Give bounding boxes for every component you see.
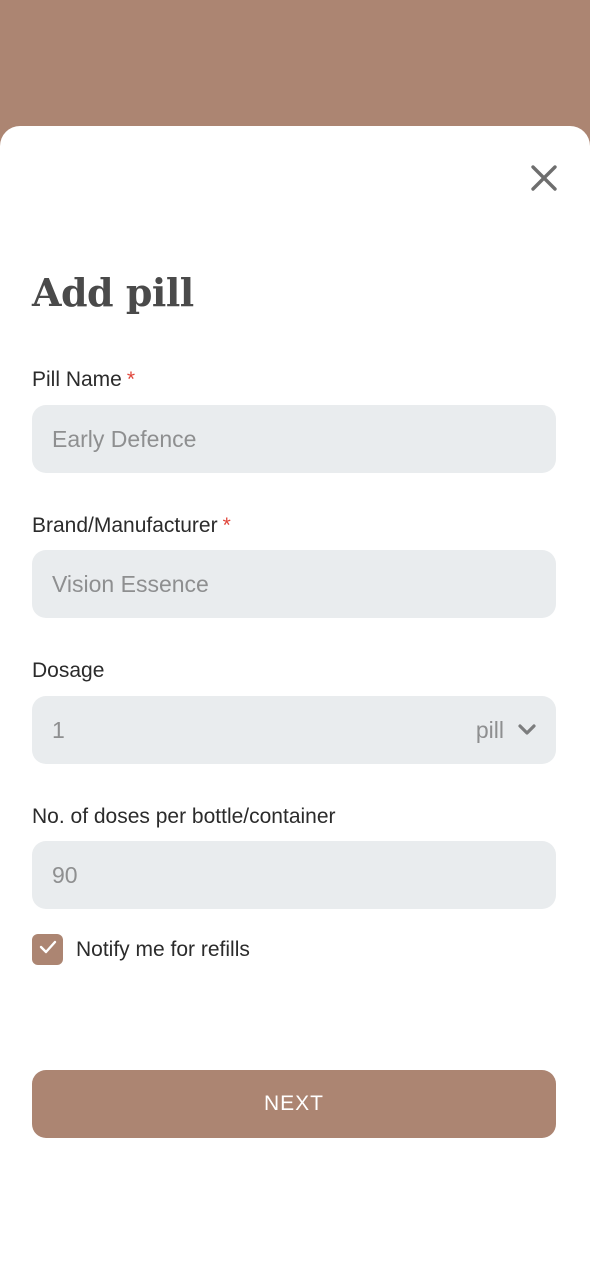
dosage-field[interactable]: pill: [32, 696, 556, 764]
pill-name-label: Pill Name *: [32, 369, 135, 390]
brand-label: Brand/Manufacturer *: [32, 515, 231, 536]
dosage-unit-select[interactable]: pill: [476, 717, 504, 744]
add-pill-sheet: Add pill Pill Name* Brand/Manufacturer* …: [0, 126, 590, 1278]
close-button[interactable]: [526, 162, 562, 198]
notify-refills-label[interactable]: Notify me for refills: [76, 939, 250, 960]
notify-refills-checkbox[interactable]: [32, 934, 63, 965]
brand-input[interactable]: [52, 570, 536, 598]
doses-per-container-field[interactable]: [32, 841, 556, 909]
checkmark-icon: [39, 940, 57, 959]
page-title: Add pill: [32, 270, 194, 315]
next-button[interactable]: NEXT: [32, 1070, 556, 1138]
brand-label-text: Brand/Manufacturer: [32, 514, 218, 537]
pill-name-input[interactable]: [52, 425, 536, 453]
close-icon: [530, 164, 558, 197]
dosage-label: Dosage: [32, 659, 105, 682]
pill-name-field[interactable]: [32, 405, 556, 473]
doses-per-container-input[interactable]: [52, 861, 536, 889]
pill-name-label-text: Pill Name: [32, 368, 122, 391]
required-marker: *: [222, 514, 231, 537]
required-marker: *: [126, 368, 136, 391]
doses-per-container-label: No. of doses per bottle/container: [32, 805, 336, 828]
dosage-input[interactable]: [52, 716, 476, 744]
brand-field[interactable]: [32, 550, 556, 618]
chevron-down-icon[interactable]: [518, 724, 536, 736]
